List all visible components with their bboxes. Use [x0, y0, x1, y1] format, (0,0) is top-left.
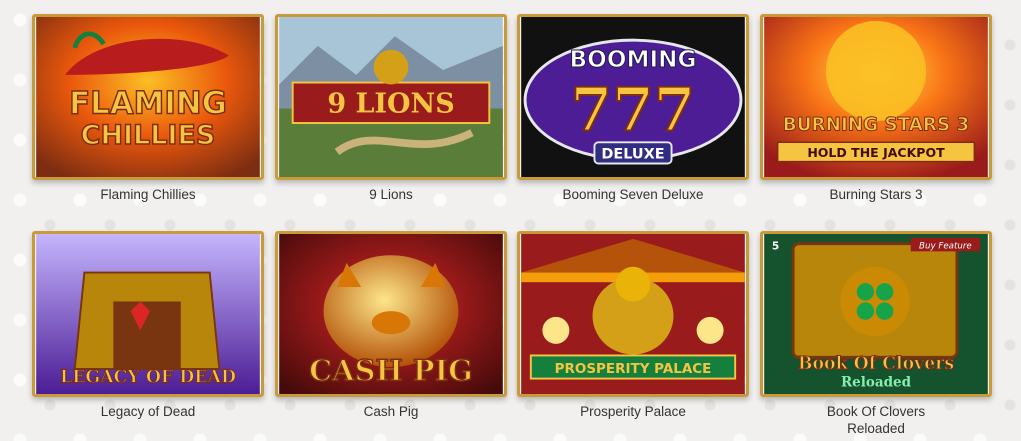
art-title-line1: 9 LIONS	[327, 88, 454, 119]
game-grid: FLAMING CHILLIES Flaming Chillies 9 LION…	[0, 0, 1021, 441]
game-title[interactable]: 9 Lions	[275, 186, 507, 203]
art-title-line1: PROSPERITY PALACE	[555, 361, 712, 377]
game-title[interactable]: Book Of Clovers Reloaded	[760, 403, 992, 437]
game-thumbnail: BOOMING 777 DELUXE	[521, 17, 745, 177]
game-thumbnail: Buy Feature 5 Book Of Clovers Reloaded	[764, 234, 988, 394]
game-thumbnail: 9 LIONS	[279, 17, 503, 177]
buy-feature-badge: Buy Feature	[919, 241, 972, 251]
game-tile-9-lions[interactable]: 9 LIONS	[275, 14, 507, 180]
game-thumbnail: LEGACY OF DEAD	[36, 234, 260, 394]
game-thumbnail: PROSPERITY PALACE	[521, 234, 745, 394]
art-title-line2: Reloaded	[841, 374, 912, 390]
game-thumbnail: CASH PIG	[279, 234, 503, 394]
art-title-line2: HOLD THE JACKPOT	[807, 145, 945, 160]
game-tile-legacy-of-dead[interactable]: LEGACY OF DEAD	[32, 231, 264, 397]
game-thumbnail: FLAMING CHILLIES	[36, 17, 260, 177]
art-title-line1: BOOMING	[570, 47, 697, 73]
game-title[interactable]: Prosperity Palace	[517, 403, 749, 420]
game-tile-burning-stars-3[interactable]: BURNING STARS 3 HOLD THE JACKPOT	[760, 14, 992, 180]
game-tile-cash-pig[interactable]: CASH PIG	[275, 231, 507, 397]
art-title-line1: FLAMING	[69, 85, 227, 121]
game-tile-book-of-clovers-reloaded[interactable]: Buy Feature 5 Book Of Clovers Reloaded	[760, 231, 992, 397]
game-tile-flaming-chillies[interactable]: FLAMING CHILLIES	[32, 14, 264, 180]
art-title-line1: Book Of Clovers	[798, 354, 955, 374]
game-title[interactable]: Legacy of Dead	[32, 403, 264, 420]
clover-icon	[856, 283, 875, 301]
game-thumbnail: BURNING STARS 3 HOLD THE JACKPOT	[764, 17, 988, 177]
art-title-line2: CHILLIES	[81, 120, 216, 151]
art-title-line1: BURNING STARS 3	[783, 115, 969, 136]
game-tile-prosperity-palace[interactable]: PROSPERITY PALACE	[517, 231, 749, 397]
game-title[interactable]: Cash Pig	[275, 403, 507, 420]
game-title[interactable]: Flaming Chillies	[32, 186, 264, 203]
art-title-line3: DELUXE	[601, 147, 664, 163]
provider-badge: 5	[772, 240, 779, 252]
game-title[interactable]: Booming Seven Deluxe	[517, 186, 749, 203]
game-tile-booming-seven-deluxe[interactable]: BOOMING 777 DELUXE	[517, 14, 749, 180]
sun-icon	[825, 20, 927, 122]
art-title-line2: 777	[571, 76, 696, 146]
art-title-line1: CASH PIG	[309, 354, 473, 388]
game-title[interactable]: Burning Stars 3	[760, 186, 992, 203]
art-title-line1: LEGACY OF DEAD	[60, 367, 236, 387]
lion-head-icon	[373, 49, 409, 85]
